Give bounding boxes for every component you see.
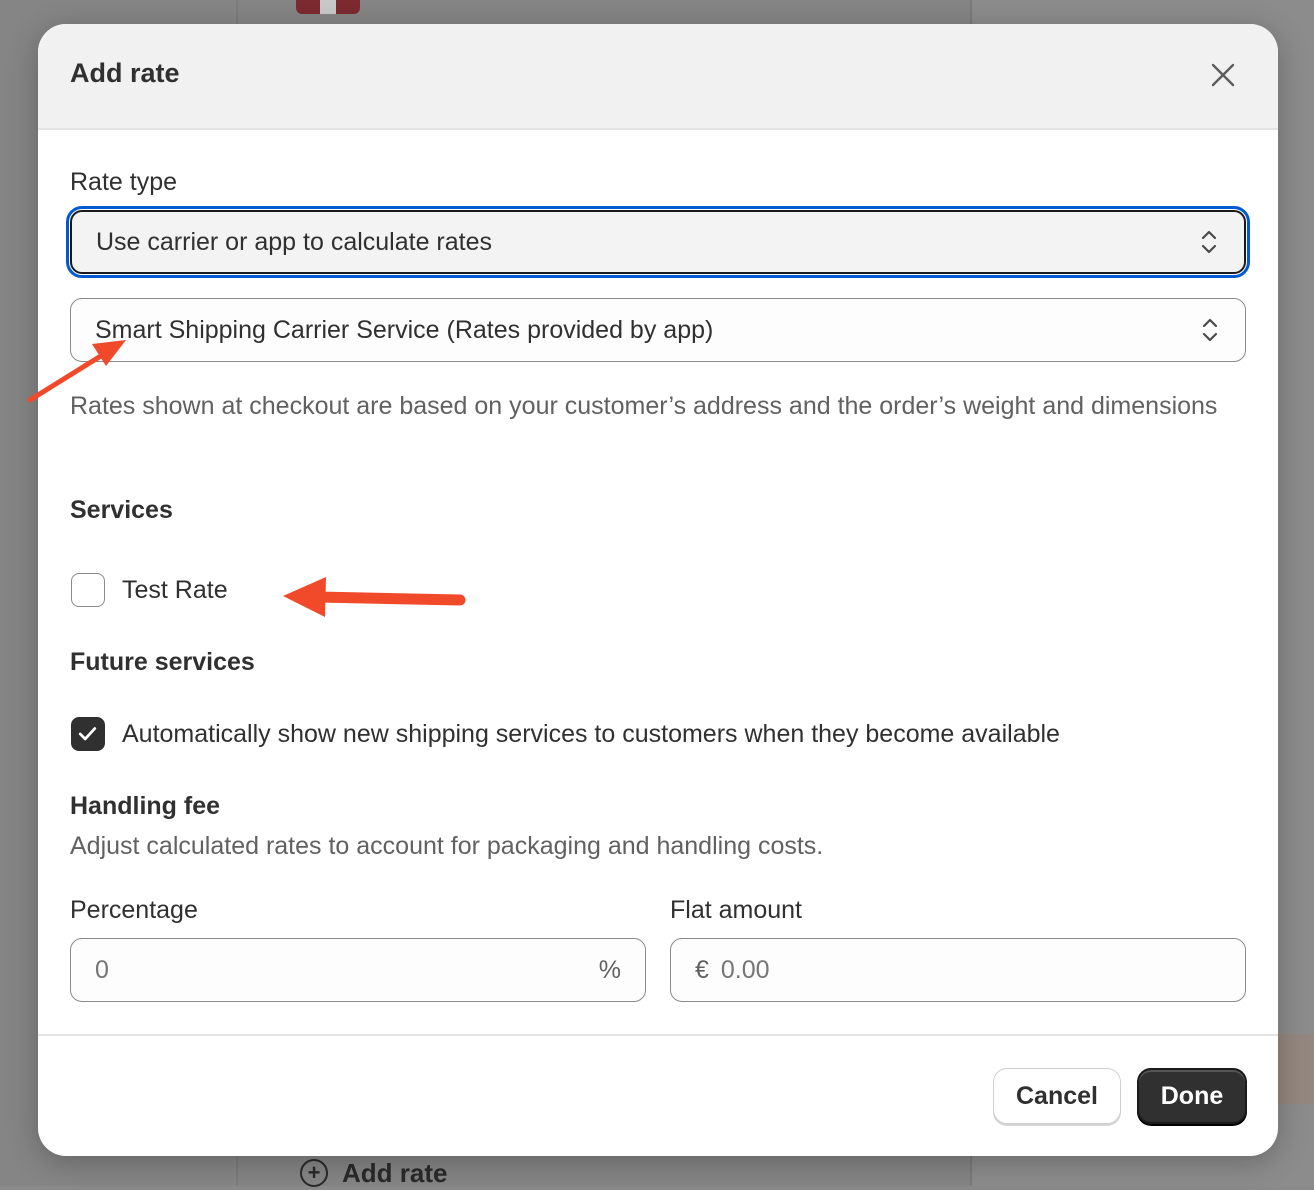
annotation-arrow-test-rate	[283, 577, 460, 617]
annotation-arrow-carrier	[30, 340, 126, 400]
annotation-arrows	[0, 0, 1314, 1186]
